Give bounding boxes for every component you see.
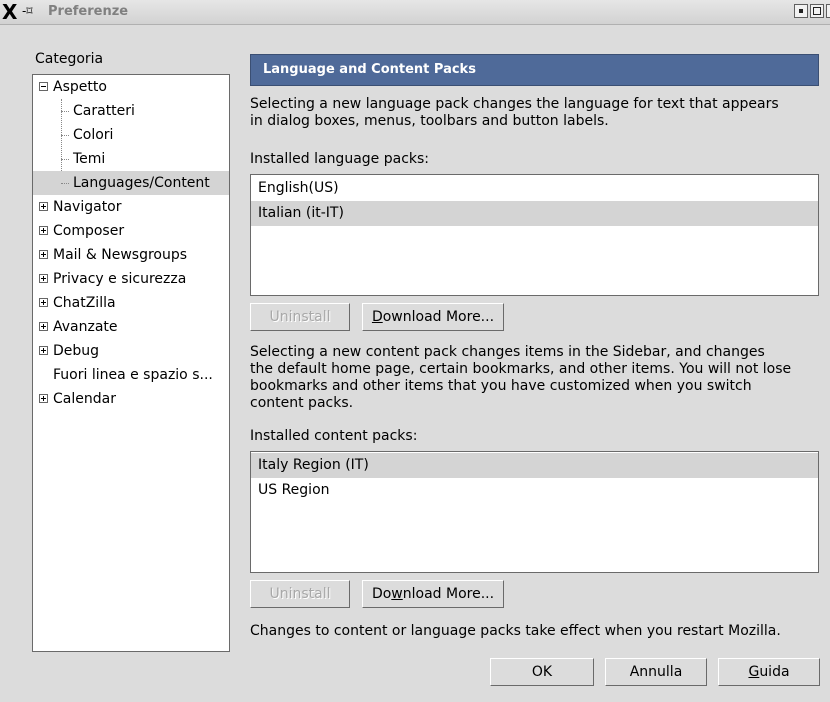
description-line: Selecting a new content pack changes ite… [250,344,765,360]
window-title: Preferenze [48,4,129,19]
button-label: OK [531,664,553,680]
tree-item-fuori-linea[interactable]: Fuori linea e spazio s... [33,363,229,387]
list-item[interactable]: US Region [251,478,818,503]
tree-branch [61,183,69,184]
download-more-language-button[interactable]: Download More... [362,303,504,331]
tree-item-chatzilla[interactable]: ChatZilla [33,291,229,315]
uninstall-language-button[interactable]: Uninstall [250,303,350,331]
list-item[interactable]: English(US) [251,176,818,201]
tree-item-label: Avanzate [53,319,118,335]
title-bar: X -⌑ Preferenze [0,0,830,25]
tree-item-caratteri[interactable]: Caratteri [33,99,229,123]
tree-item-label: ChatZilla [53,295,116,311]
expand-icon[interactable] [39,250,48,259]
language-packs-list[interactable]: English(US) Italian (it-IT) [250,174,819,296]
tree-item-label: Calendar [53,391,116,407]
expand-icon[interactable] [39,226,48,235]
tree-item-navigator[interactable]: Navigator [33,195,229,219]
download-more-content-button[interactable]: Download More... [362,580,504,608]
tree-item-label: Debug [53,343,100,359]
category-label: Categoria [35,51,104,67]
tree-item-label: Fuori linea e spazio s... [53,367,213,383]
button-label: Uninstall [269,309,331,325]
restart-note: Changes to content or language packs tak… [250,623,781,639]
description-line: the default home page, certain bookmarks… [250,361,792,377]
expand-icon[interactable] [39,298,48,307]
tree-item-temi[interactable]: Temi [33,147,229,171]
collapse-icon[interactable] [39,82,48,91]
expand-icon[interactable] [39,346,48,355]
panel-title: Language and Content Packs [263,62,476,77]
tree-branch [61,159,69,160]
window-menu-icon[interactable]: X [2,0,17,24]
description-line: in dialog boxes, menus, toolbars and but… [250,113,609,129]
tree-item-debug[interactable]: Debug [33,339,229,363]
help-button[interactable]: Guida [718,658,820,686]
ok-button[interactable]: OK [490,658,594,686]
description-line: bookmarks and other items that you have … [250,378,752,394]
maximize-icon[interactable] [810,4,824,18]
tree-item-label: Navigator [53,199,122,215]
description-line: content packs. [250,395,354,411]
button-label-prefix: Do [371,586,392,602]
expand-icon[interactable] [39,202,48,211]
tree-item-label: Temi [73,151,106,167]
expand-icon[interactable] [39,322,48,331]
list-item[interactable]: Italy Region (IT) [251,453,818,478]
tree-branch [61,111,69,112]
pin-icon[interactable]: -⌑ [22,4,33,18]
tree-item-colori[interactable]: Colori [33,123,229,147]
list-item[interactable]: Italian (it-IT) [251,201,818,226]
language-packs-label: Installed language packs: [250,151,430,167]
button-label: uida [759,664,790,680]
language-description: Selecting a new language pack changes th… [250,96,825,130]
tree-item-mail-newsgroups[interactable]: Mail & Newsgroups [33,243,229,267]
button-mnemonic: w [391,586,403,602]
button-mnemonic: G [748,664,760,680]
cancel-button[interactable]: Annulla [605,658,707,686]
tree-item-composer[interactable]: Composer [33,219,229,243]
content-packs-list[interactable]: Italy Region (IT) US Region [250,451,819,573]
description-line: Selecting a new language pack changes th… [250,96,779,112]
tree-item-label: Privacy e sicurezza [53,271,187,287]
category-tree[interactable]: Aspetto Caratteri Colori Temi Languages/… [32,74,230,652]
button-label: Uninstall [269,586,331,602]
content-description: Selecting a new content pack changes ite… [250,344,825,412]
tree-item-languages-content[interactable]: Languages/Content [33,171,229,195]
tree-item-privacy[interactable]: Privacy e sicurezza [33,267,229,291]
tree-item-label: Caratteri [73,103,135,119]
button-label: Annulla [629,664,683,680]
button-label-suffix: ownload More... [382,309,495,325]
tree-item-avanzate[interactable]: Avanzate [33,315,229,339]
minimize-icon[interactable] [794,4,808,18]
tree-item-label: Languages/Content [73,175,210,191]
expand-icon[interactable] [39,394,48,403]
tree-item-calendar[interactable]: Calendar [33,387,229,411]
tree-item-aspetto[interactable]: Aspetto [33,75,229,99]
button-label-suffix: nload More... [402,586,495,602]
close-icon[interactable] [826,4,830,18]
expand-icon[interactable] [39,274,48,283]
uninstall-content-button[interactable]: Uninstall [250,580,350,608]
tree-branch [61,135,69,136]
tree-item-label: Composer [53,223,125,239]
tree-item-label: Colori [73,127,114,143]
panel-header: Language and Content Packs [250,54,819,86]
tree-item-label: Mail & Newsgroups [53,247,188,263]
content-packs-label: Installed content packs: [250,428,418,444]
button-mnemonic: D [371,309,383,325]
tree-item-label: Aspetto [53,79,107,95]
